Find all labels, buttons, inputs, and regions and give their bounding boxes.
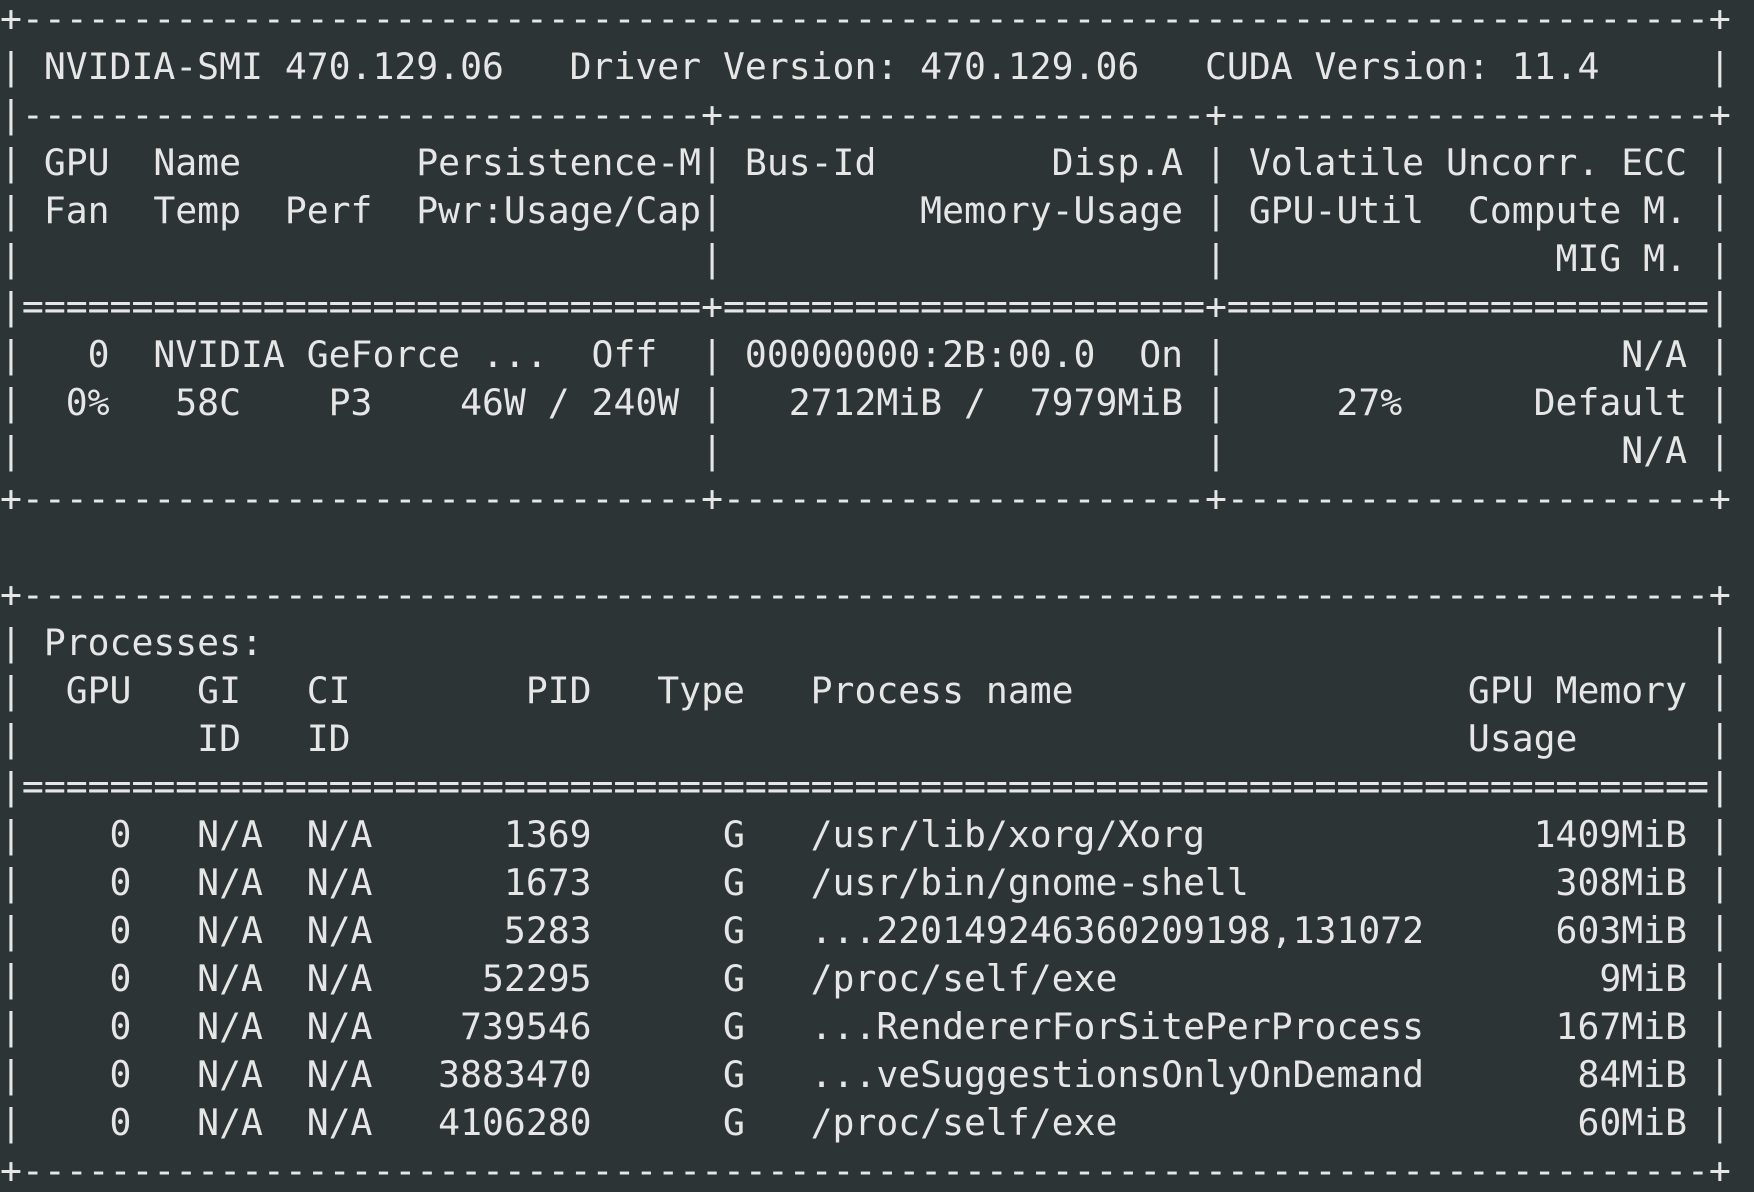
gpu-info-row-2: | 0% 58C P3 46W / 240W | 2712MiB / 7979M… xyxy=(0,381,1731,424)
gpu-table-separator: |===============================+=======… xyxy=(0,285,1731,328)
process-row: | 0 N/A N/A 52295 G /proc/self/exe 9MiB … xyxy=(0,957,1731,1000)
process-row: | 0 N/A N/A 3883470 G ...veSuggestionsOn… xyxy=(0,1053,1731,1096)
process-row: | 0 N/A N/A 739546 G ...RendererForSiteP… xyxy=(0,1005,1731,1048)
gpu-info-row-3: | | | N/A | xyxy=(0,429,1731,472)
gpu-column-header-row-3: | | | MIG M. | xyxy=(0,237,1731,280)
terminal-window[interactable]: +---------------------------------------… xyxy=(0,0,1754,1192)
processes-title: | Processes: | xyxy=(0,621,1731,664)
process-row: | 0 N/A N/A 1369 G /usr/lib/xorg/Xorg 14… xyxy=(0,813,1731,856)
processes-separator: |=======================================… xyxy=(0,765,1731,808)
process-row: | 0 N/A N/A 4106280 G /proc/self/exe 60M… xyxy=(0,1101,1731,1144)
header-divider: |-------------------------------+-------… xyxy=(0,93,1731,136)
gpu-column-header-row-1: | GPU Name Persistence-M| Bus-Id Disp.A … xyxy=(0,141,1731,184)
header-top-border: +---------------------------------------… xyxy=(0,0,1731,40)
gpu-info-row-1: | 0 NVIDIA GeForce ... Off | 00000000:2B… xyxy=(0,333,1731,376)
processes-bottom-border: +---------------------------------------… xyxy=(0,1149,1731,1192)
processes-top-border: +---------------------------------------… xyxy=(0,573,1731,616)
processes-header-row-2: | ID ID Usage | xyxy=(0,717,1731,760)
gpu-table-bottom-border: +-------------------------------+-------… xyxy=(0,477,1731,520)
gpu-column-header-row-2: | Fan Temp Perf Pwr:Usage/Cap| Memory-Us… xyxy=(0,189,1731,232)
nvidia-smi-version-line: | NVIDIA-SMI 470.129.06 Driver Version: … xyxy=(0,45,1731,88)
processes-header-row-1: | GPU GI CI PID Type Process name GPU Me… xyxy=(0,669,1731,712)
process-row: | 0 N/A N/A 5283 G ...220149246360209198… xyxy=(0,909,1731,952)
process-row: | 0 N/A N/A 1673 G /usr/bin/gnome-shell … xyxy=(0,861,1731,904)
